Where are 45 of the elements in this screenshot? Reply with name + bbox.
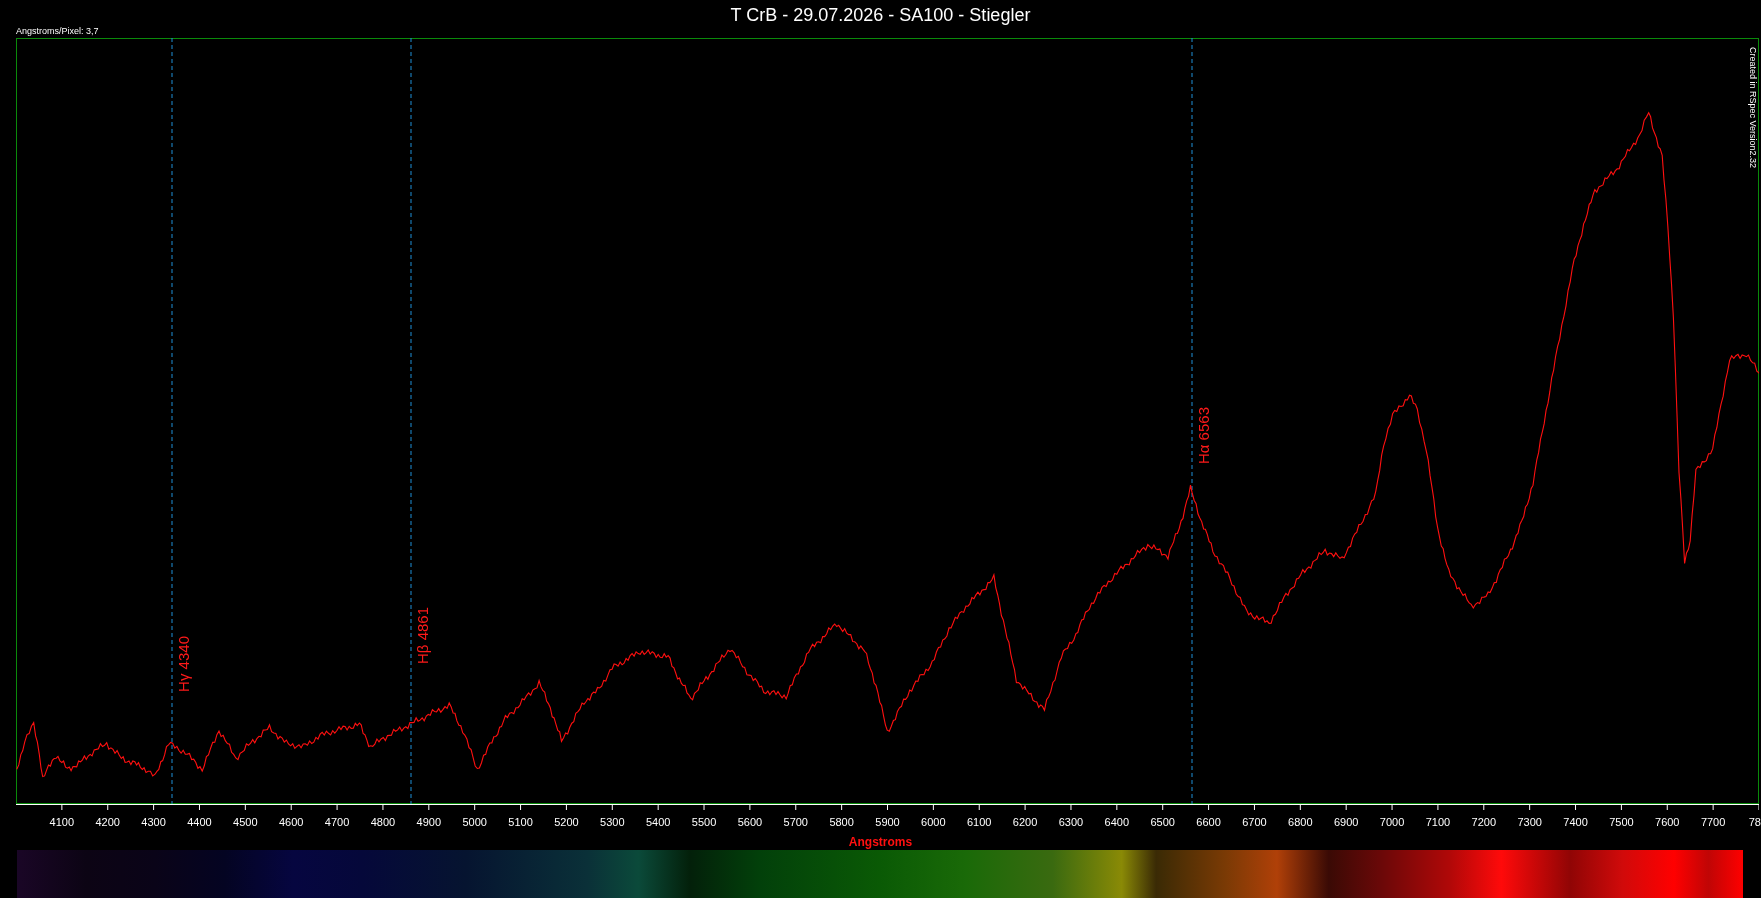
tick-label: 6100: [967, 816, 992, 829]
tick-label: 7200: [1471, 816, 1496, 829]
tick-label: 5800: [829, 816, 854, 829]
tick-label: 5700: [783, 816, 808, 829]
tick-label: 7000: [1379, 816, 1405, 829]
tick-label: 5100: [508, 816, 533, 829]
tick-label: 78: [1748, 816, 1761, 829]
tick-label: 4700: [324, 816, 350, 829]
tick-label: 6300: [1058, 816, 1084, 829]
tick-label: 4900: [416, 816, 442, 829]
tick-label: 4100: [49, 816, 75, 829]
tick-label: 5500: [691, 816, 717, 829]
tick-label: 7100: [1425, 816, 1451, 829]
line-label: Hγ 4340: [175, 636, 193, 692]
tick-label: 6800: [1288, 816, 1313, 829]
tick-label: 4600: [278, 816, 304, 829]
tick-label: 4300: [141, 816, 166, 829]
tick-label: 7300: [1517, 816, 1542, 829]
tick-label: 4400: [187, 816, 212, 829]
tick-label: 6000: [921, 816, 946, 829]
tick-label: 4200: [95, 816, 120, 829]
tick-label: 6500: [1150, 816, 1175, 829]
chart-title: T CrB - 29.07.2026 - SA100 - Stiegler: [729, 4, 1032, 27]
tick-label: 5900: [875, 816, 900, 829]
tick-label: 4500: [233, 816, 258, 829]
credit-note: Created in RSpec Version2.32: [1747, 47, 1758, 169]
tick-label: 5200: [554, 816, 579, 829]
tick-label: 5300: [600, 816, 625, 829]
line-label: Hα 6563: [1195, 407, 1213, 465]
tick-label: 7400: [1563, 816, 1588, 829]
tick-label: 6700: [1242, 816, 1267, 829]
tick-label: 5000: [462, 816, 487, 829]
tick-label: 5600: [737, 816, 763, 829]
tick-label: 6900: [1333, 816, 1359, 829]
tick-label: 6200: [1012, 816, 1038, 829]
tick-label: 6600: [1196, 816, 1221, 829]
tick-label: 6400: [1104, 816, 1130, 829]
line-label: Hβ 4861: [414, 607, 432, 664]
tick-label: 7500: [1609, 816, 1634, 829]
tick-label: 7700: [1700, 816, 1726, 829]
scale-note: Angstroms/Pixel: 3,7: [16, 26, 99, 36]
tick-label: 7600: [1655, 816, 1680, 829]
tick-label: 5400: [645, 816, 671, 829]
tick-label: 4800: [370, 816, 396, 829]
axis-title: Angstroms: [848, 835, 913, 850]
